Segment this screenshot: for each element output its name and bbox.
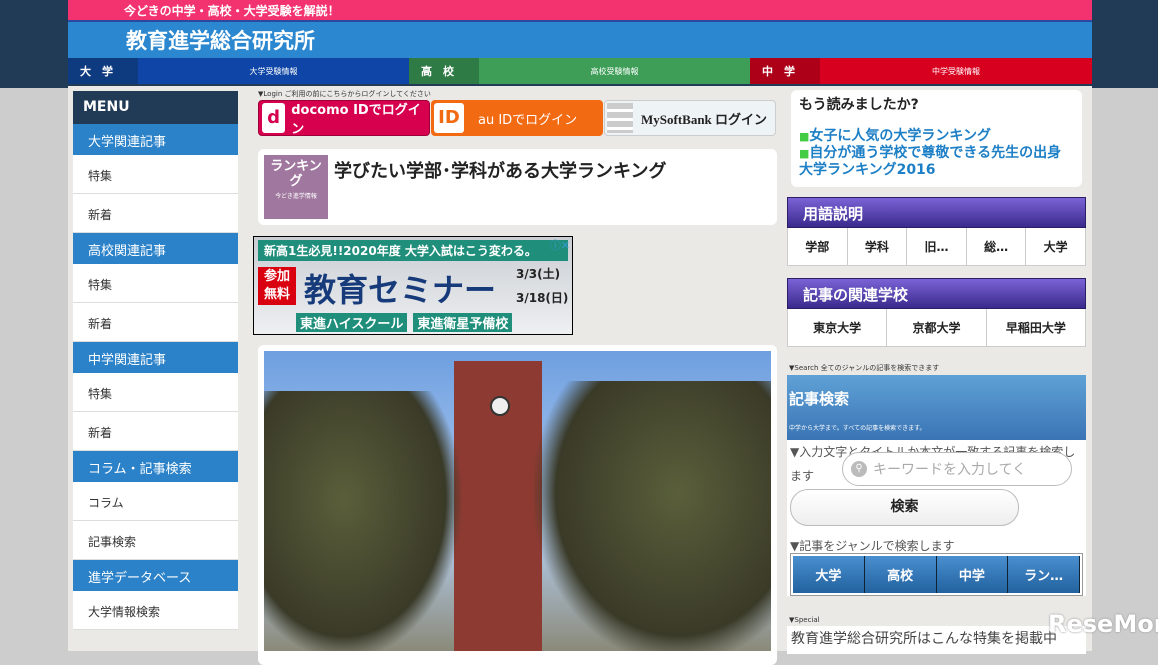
search-placeholder: キーワードを入力してく [873, 462, 1027, 478]
nav-highschool[interactable]: 高 校高校受験情報 [409, 58, 750, 84]
label: au IDでログイン [478, 112, 578, 128]
menu-item[interactable]: 新着 [73, 412, 238, 451]
tagline: 今どきの中学・高校・大学受験を解説！ [68, 0, 1092, 22]
softbank-icon [607, 103, 633, 133]
glossary-item[interactable]: 旧… [907, 228, 967, 265]
login-note: ▼Login ご利用の前にこちらからログインしてください [258, 90, 431, 98]
special-note: ▼Special [787, 614, 1086, 626]
menu-item[interactable]: 新着 [73, 194, 238, 233]
related-schools-section: 記事の関連学校 東京大学 京都大学 早稲田大学 [787, 278, 1086, 347]
related-title: 記事の関連学校 [787, 278, 1086, 309]
read-link[interactable]: ■女子に人気の大学ランキング [799, 128, 1074, 145]
new-icon: ■ [799, 147, 810, 160]
site-title[interactable]: 教育進学総合研究所 [68, 22, 1092, 58]
search-title: 記事検索 [789, 390, 850, 408]
section-header[interactable]: 進学データベース [73, 560, 238, 591]
genre-label: ▼記事をジャンルで検索します [790, 539, 955, 553]
menu-item[interactable]: 新着 [73, 303, 238, 342]
ad-school-2: 東進衛星予備校 [413, 313, 513, 332]
related-school[interactable]: 京都大学 [887, 309, 987, 346]
glossary-item[interactable]: 学科 [848, 228, 908, 265]
read-link-text[interactable]: 女子に人気の大学ランキング [809, 128, 991, 144]
ad-close-icon[interactable]: ⓘ✕ [550, 237, 570, 253]
genre-button[interactable]: 高校 [864, 556, 937, 593]
ad-headline: 新高1生必見!!2020年度 大学入試はこう変わる。 [258, 240, 568, 261]
nav-sub: 高校受験情報 [479, 58, 750, 84]
ranking-badge: ランキング今どき進学情報 [264, 155, 328, 219]
menu-item[interactable]: 特集 [73, 373, 238, 412]
docomo-icon: d [262, 103, 286, 133]
badge-main: ランキング [270, 159, 322, 189]
section-header[interactable]: 大学関連記事 [73, 124, 238, 155]
glossary-section: 用語説明 学部 学科 旧… 総… 大学 [787, 197, 1086, 266]
glossary-item[interactable]: 学部 [788, 228, 848, 265]
search-subtitle: 中学から大学まで。すべての記事を検索できます。 [789, 425, 926, 432]
search-icon: ⚲ [851, 461, 867, 477]
menu-item[interactable]: 特集 [73, 264, 238, 303]
read-link-text[interactable]: 自分が通う学校で尊敬できる先生の出身大学ランキング2016 [799, 145, 1061, 178]
nav-juniorhigh[interactable]: 中 学中学受験情報 [750, 58, 1092, 84]
au-login-button[interactable]: ID au IDでログイン [431, 100, 603, 136]
resemom-watermark: ReseMom [1048, 610, 1158, 638]
nav-sub: 大学受験情報 [138, 58, 409, 84]
ad-date-start: 3/3(土) [516, 267, 561, 281]
ad-main: 教育セミナー [304, 271, 497, 309]
already-read-box: もう読みましたか? ■女子に人気の大学ランキング ■自分が通う学校で尊敬できる先… [791, 90, 1082, 187]
badge-sub: 今どき進学情報 [275, 193, 317, 200]
article-photo [264, 351, 771, 651]
glossary-item[interactable]: 総… [967, 228, 1027, 265]
search-section: ▼Search 全てのジャンルの記事を検索できます 記事検索 中学から大学まで。… [787, 361, 1086, 596]
read-link[interactable]: ■自分が通う学校で尊敬できる先生の出身大学ランキング2016 [799, 145, 1074, 179]
sidebar-menu: MENU 大学関連記事 特集 新着 高校関連記事 特集 新着 中学関連記事 特集… [73, 91, 238, 630]
genre-buttons: 大学 高校 中学 ラン… [790, 553, 1083, 596]
article-header: ランキング今どき進学情報 学びたい学部･学科がある大学ランキング [258, 149, 777, 225]
nav-key: 高 校 [409, 58, 479, 84]
ad-date-end: 3/18(日) [516, 291, 569, 305]
category-nav: 大 学大学受験情報 高 校高校受験情報 中 学中学受験情報 [68, 58, 1092, 86]
glossary-title: 用語説明 [787, 197, 1086, 228]
ad-banner[interactable]: 新高1生必見!!2020年度 大学入試はこう変わる。 参加無料 教育セミナー 3… [253, 236, 573, 335]
menu-item[interactable]: コラム [73, 482, 238, 521]
search-header: 記事検索 中学から大学まで。すべての記事を検索できます。 [787, 375, 1086, 440]
section-header[interactable]: コラム・記事検索 [73, 451, 238, 482]
article-photo-card [258, 345, 777, 665]
nav-sub: 中学受験情報 [820, 58, 1092, 84]
new-icon: ■ [799, 130, 810, 143]
glossary-item[interactable]: 大学 [1026, 228, 1085, 265]
label: docomo IDでログイン [291, 103, 421, 137]
genre-button[interactable]: 大学 [793, 556, 865, 593]
menu-item[interactable]: 特集 [73, 155, 238, 194]
ad-free-badge: 参加無料 [258, 267, 296, 305]
au-id-icon: ID [434, 103, 464, 133]
already-read-title: もう読みましたか? [799, 97, 919, 113]
section-header[interactable]: 中学関連記事 [73, 342, 238, 373]
article-title: 学びたい学部･学科がある大学ランキング [334, 161, 667, 182]
search-note: ▼Search 全てのジャンルの記事を検索できます [787, 361, 1086, 375]
label: MySoftBank ログイン [641, 111, 768, 127]
special-text: 教育進学総合研究所はこんな特集を掲載中 [791, 631, 1057, 647]
special-section: ▼Special 教育進学総合研究所はこんな特集を掲載中 [787, 614, 1086, 654]
page: 今どきの中学・高校・大学受験を解説！ 教育進学総合研究所 大 学大学受験情報 高… [68, 0, 1092, 665]
nav-key: 大 学 [68, 58, 138, 84]
genre-button[interactable]: 中学 [936, 556, 1009, 593]
menu-item[interactable]: 記事検索 [73, 521, 238, 560]
related-school[interactable]: 東京大学 [788, 309, 888, 346]
genre-button[interactable]: ラン… [1008, 556, 1080, 593]
search-input[interactable]: ⚲ キーワードを入力してく [842, 452, 1072, 486]
softbank-login-button[interactable]: MySoftBank ログイン [604, 100, 776, 136]
ad-school-1: 東進ハイスクール [296, 313, 408, 332]
login-buttons: d docomo IDでログイン ID au IDでログイン MySoftBank … [258, 100, 776, 137]
nav-university[interactable]: 大 学大学受験情報 [68, 58, 409, 84]
menu-title: MENU [73, 91, 238, 124]
nav-key: 中 学 [750, 58, 820, 84]
menu-item[interactable]: 大学情報検索 [73, 591, 238, 630]
search-button[interactable]: 検索 [790, 489, 1019, 526]
docomo-login-button[interactable]: d docomo IDでログイン [258, 100, 430, 137]
section-header[interactable]: 高校関連記事 [73, 233, 238, 264]
related-school[interactable]: 早稲田大学 [987, 309, 1085, 346]
